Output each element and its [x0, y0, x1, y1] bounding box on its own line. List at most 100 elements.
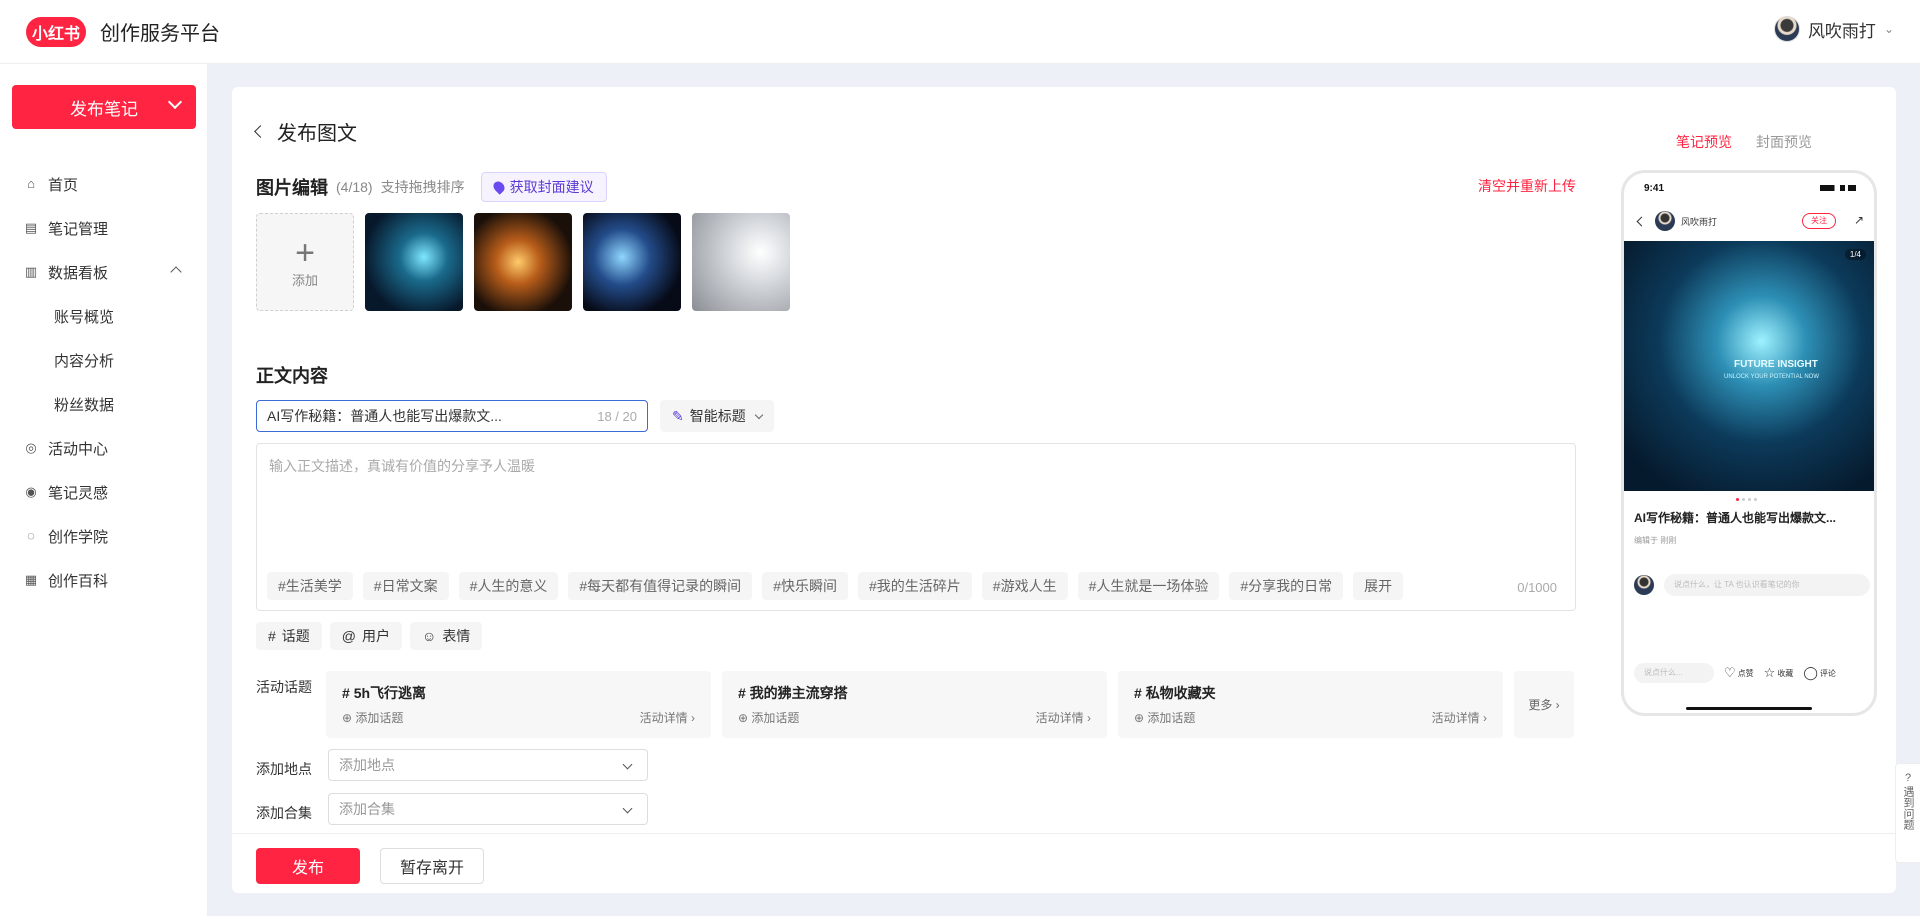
comment-placeholder: 说点什么，让 TA 也认识看笔记的你 [1664, 574, 1870, 596]
location-select[interactable]: 添加地点 [328, 749, 648, 781]
publish-note-label: 发布笔记 [70, 99, 138, 119]
location-pin-icon [490, 179, 507, 195]
sidebar-item-dashboard[interactable]: ▥ 数据看板 [0, 250, 208, 294]
heart-icon: ♡ [1724, 665, 1736, 680]
activity-icon: ◎ [25, 440, 37, 455]
collection-select[interactable]: 添加合集 [328, 793, 648, 825]
chevron-up-icon[interactable] [170, 266, 182, 278]
preview-comment-row: 说点什么，让 TA 也认识看笔记的你 [1634, 573, 1870, 597]
chart-icon: ▥ [24, 264, 38, 279]
tag-chip[interactable]: #日常文案 [362, 572, 449, 600]
sidebar-item-home[interactable]: ⌂ 首页 [0, 162, 208, 206]
add-topic-button[interactable]: ⊕ 添加话题 [1134, 709, 1195, 726]
activity-label: 活动话题 [256, 679, 312, 695]
tag-chip[interactable]: #人生的意义 [458, 572, 559, 600]
sidebar-item-fans-data[interactable]: 粉丝数据 [0, 382, 208, 426]
cover-suggest-button[interactable]: 获取封面建议 [480, 172, 607, 202]
tag-chip[interactable]: #我的生活碎片 [857, 572, 972, 600]
suggested-tags: #生活美学 #日常文案 #人生的意义 #每天都有值得记录的瞬间 #快乐瞬间 #我… [267, 572, 1404, 600]
avatar [1655, 211, 1675, 231]
say-something: 说点什么... [1634, 663, 1714, 683]
user-menu[interactable]: 风吹雨打 ⌄ [1773, 16, 1894, 42]
tab-cover-preview[interactable]: 封面预览 [1756, 132, 1812, 152]
image-thumbnail[interactable] [692, 213, 790, 311]
phone-preview: 9:41 风吹雨打 关注 ↗ 1/4 FUTURE INSIGHT UNLOCK… [1621, 170, 1877, 716]
tag-chip[interactable]: #每天都有值得记录的瞬间 [568, 572, 753, 600]
tab-note-preview[interactable]: 笔记预览 [1676, 132, 1732, 152]
publish-button[interactable]: 发布 [256, 848, 360, 884]
topic-button[interactable]: # 话题 [256, 622, 322, 650]
image-count: (4/18) [336, 179, 373, 195]
activity-detail-link[interactable]: 活动详情 › [1036, 709, 1091, 726]
star-icon: ☆ [1763, 665, 1776, 680]
image-thumbnail[interactable] [365, 213, 463, 311]
image-subtext: UNLOCK YOUR POTENTIAL NOW [1724, 374, 1820, 380]
follow-badge: 关注 [1802, 213, 1836, 229]
sidebar-item-label: 笔记管理 [48, 220, 109, 238]
activity-card[interactable]: # 5h飞行逃离 ⊕ 添加话题 活动详情 › [326, 671, 711, 738]
back-button[interactable]: 发布图文 [254, 117, 357, 146]
editor-card: 发布图文 图片编辑 (4/18) 支持拖拽排序 获取封面建议 清空并重新上传 +… [232, 87, 1896, 893]
description-textarea[interactable]: 输入正文描述，真诚有价值的分享予人温暖 #生活美学 #日常文案 #人生的意义 #… [256, 443, 1576, 611]
emoji-icon: ☺ [422, 628, 437, 644]
sidebar-item-activity[interactable]: ◎ 活动中心 [0, 426, 208, 470]
image-list: + 添加 [256, 213, 790, 311]
sidebar-item-academy[interactable]: ◌ 创作学院 [0, 514, 208, 558]
tag-chip[interactable]: #生活美学 [267, 572, 353, 600]
location-label: 添加地点 [256, 761, 312, 777]
top-bar: 小红书 创作服务平台 风吹雨打 ⌄ [0, 0, 1920, 64]
sidebar-item-wiki[interactable]: ▦ 创作百科 [0, 558, 208, 602]
tag-chip[interactable]: #快乐瞬间 [762, 572, 848, 600]
reset-upload-link[interactable]: 清空并重新上传 [1478, 176, 1576, 196]
title-value: AI写作秘籍：普通人也能写出爆款文... [267, 408, 502, 424]
help-float-button[interactable]: ? 遇到问题 [1895, 763, 1920, 863]
activity-detail-link[interactable]: 活动详情 › [640, 709, 695, 726]
section-title: 图片编辑 [256, 178, 328, 198]
smart-title-button[interactable]: ✎ 智能标题 [660, 400, 774, 432]
section-title: 正文内容 [256, 366, 328, 386]
preview-edit-time: 编辑于 刚刚 [1634, 536, 1677, 545]
sidebar-item-account-overview[interactable]: 账号概览 [0, 294, 208, 338]
chevron-down-icon[interactable] [167, 94, 183, 110]
activity-card[interactable]: # 我的狒主流穿搭 ⊕ 添加话题 活动详情 › [722, 671, 1107, 738]
activity-card[interactable]: # 私物收藏夹 ⊕ 添加话题 活动详情 › [1118, 671, 1503, 738]
location-placeholder: 添加地点 [339, 757, 395, 773]
chevron-down-icon [754, 410, 763, 419]
preview-header: 风吹雨打 关注 ↗ [1634, 209, 1870, 233]
publish-note-button[interactable]: 发布笔记 [12, 85, 196, 129]
brand-logo[interactable]: 小红书 [26, 16, 86, 47]
mention-user-button[interactable]: @ 用户 [329, 622, 403, 650]
add-topic-button[interactable]: ⊕ 添加话题 [342, 709, 403, 726]
sidebar-item-content-analysis[interactable]: 内容分析 [0, 338, 208, 382]
tag-chip[interactable]: #游戏人生 [981, 572, 1068, 600]
sidebar-item-inspiration[interactable]: ◉ 笔记灵感 [0, 470, 208, 514]
add-topic-button[interactable]: ⊕ 添加话题 [738, 709, 799, 726]
more-activities-button[interactable]: 更多 › [1514, 671, 1574, 738]
chevron-left-icon [254, 125, 267, 138]
tool-label: 话题 [281, 628, 310, 644]
preview-bottom-bar: 说点什么... ♡ 点赞 ☆ 收藏 ◯ 评论 [1634, 663, 1870, 683]
tag-chip[interactable]: #分享我的日常 [1229, 572, 1344, 600]
image-thumbnail[interactable] [583, 213, 681, 311]
title-input[interactable]: AI写作秘籍：普通人也能写出爆款文... 18 / 20 [256, 400, 648, 432]
expand-tags-button[interactable]: 展开 [1353, 572, 1404, 600]
add-image-button[interactable]: + 添加 [256, 213, 354, 311]
hash-icon: # [268, 628, 276, 644]
carousel-dots [1736, 498, 1757, 501]
sidebar-item-notes[interactable]: ▤ 笔记管理 [0, 206, 208, 250]
avatar[interactable] [1773, 16, 1800, 42]
inspiration-icon: ◉ [25, 484, 37, 499]
image-text: FUTURE INSIGHT [1734, 359, 1818, 370]
image-section-header: 图片编辑 (4/18) 支持拖拽排序 获取封面建议 [256, 172, 607, 202]
collection-placeholder: 添加合集 [339, 801, 395, 817]
tag-chip[interactable]: #人生就是一场体验 [1077, 572, 1220, 600]
activity-topics: # 5h飞行逃离 ⊕ 添加话题 活动详情 › # 我的狒主流穿搭 ⊕ 添加话题 … [326, 671, 1574, 738]
image-thumbnail[interactable] [474, 213, 572, 311]
save-exit-button[interactable]: 暂存离开 [380, 848, 484, 884]
share-icon: ↗ [1853, 213, 1864, 227]
image-hint: 支持拖拽排序 [380, 179, 465, 195]
activity-name: # 私物收藏夹 [1134, 685, 1216, 701]
emoji-button[interactable]: ☺ 表情 [410, 622, 483, 650]
hash-icon: # [1134, 685, 1146, 701]
activity-detail-link[interactable]: 活动详情 › [1432, 709, 1487, 726]
